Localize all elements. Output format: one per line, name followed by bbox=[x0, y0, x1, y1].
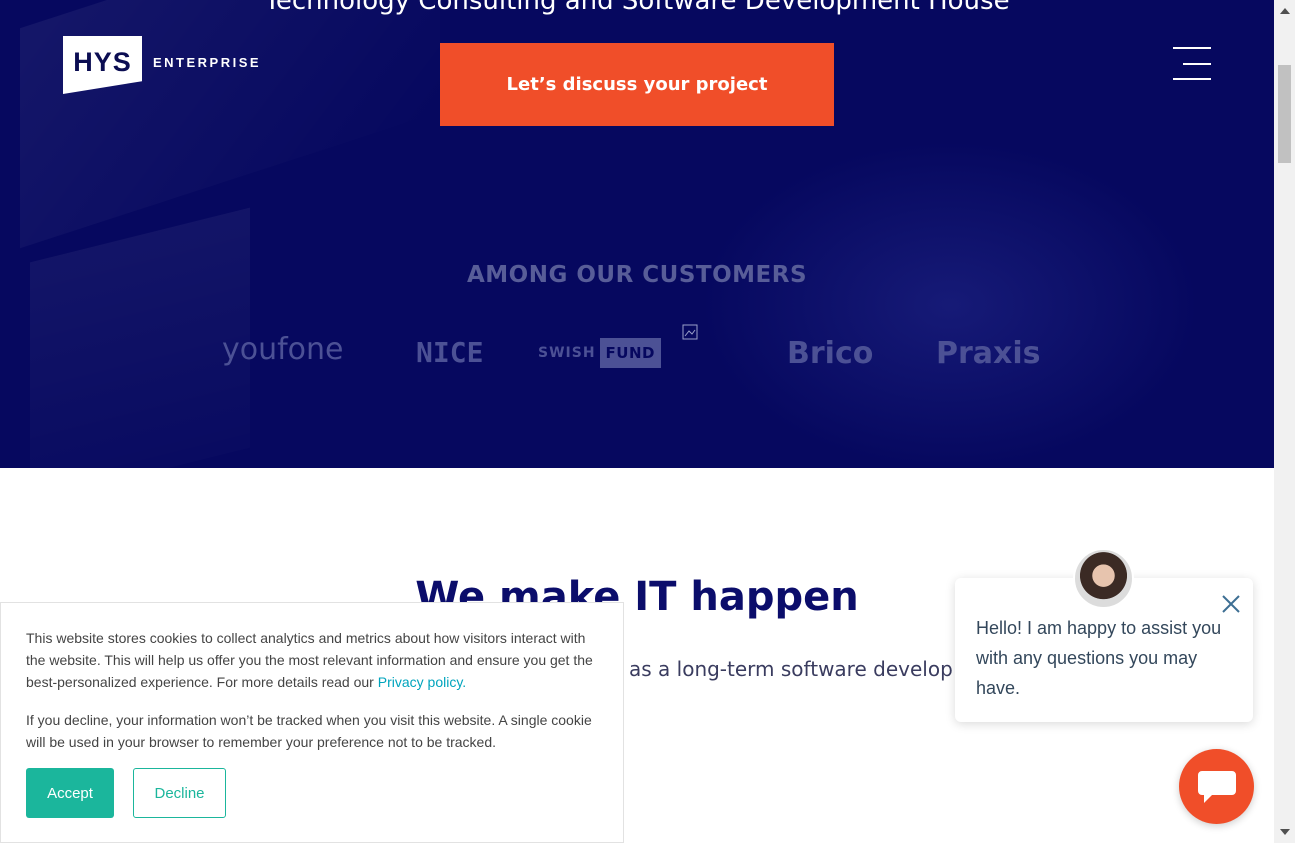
cookie-text-1-body: This website stores cookies to collect a… bbox=[26, 630, 593, 690]
customer-logo-youfone: youfone bbox=[222, 332, 344, 367]
hamburger-line bbox=[1183, 63, 1211, 65]
hamburger-menu-icon[interactable] bbox=[1173, 47, 1211, 81]
chat-message: Hello! I am happy to assist you with any… bbox=[976, 618, 1222, 698]
hamburger-line bbox=[1173, 47, 1211, 49]
customer-logo-nice: NICE bbox=[416, 336, 484, 369]
logo-mark-text: HYS bbox=[73, 46, 132, 77]
scroll-down-arrow[interactable] bbox=[1280, 829, 1290, 835]
fund-word: FUND bbox=[599, 338, 661, 368]
close-icon[interactable] bbox=[1218, 591, 1244, 617]
customer-logos: youfone NICE SWISH FUND Brico Praxis bbox=[0, 330, 1274, 390]
site-logo[interactable]: HYS ENTERPRISE bbox=[63, 36, 261, 94]
scroll-up-arrow[interactable] bbox=[1280, 8, 1290, 14]
cookie-banner: This website stores cookies to collect a… bbox=[0, 602, 624, 843]
hero-section: Technology Consulting and Software Devel… bbox=[0, 0, 1274, 468]
logo-text: ENTERPRISE bbox=[153, 54, 262, 70]
swish-word: SWISH bbox=[538, 345, 596, 361]
cookie-text-1: This website stores cookies to collect a… bbox=[26, 627, 606, 693]
customer-logo-swishfund: SWISH FUND bbox=[538, 338, 661, 368]
broken-image-icon bbox=[682, 324, 698, 340]
accept-button[interactable]: Accept bbox=[26, 768, 114, 818]
scroll-thumb[interactable] bbox=[1278, 65, 1291, 163]
customer-logo-brico: Brico bbox=[787, 336, 874, 371]
customer-logo-praxis: Praxis bbox=[936, 336, 1041, 371]
privacy-policy-link[interactable]: Privacy policy. bbox=[378, 674, 466, 690]
discuss-project-button[interactable]: Let’s discuss your project bbox=[440, 43, 834, 126]
hero-decoration bbox=[700, 140, 1200, 468]
chat-bubble-icon bbox=[1198, 771, 1236, 803]
customers-title: AMONG OUR CUSTOMERS bbox=[466, 262, 808, 288]
avatar bbox=[1073, 548, 1134, 609]
hero-title: Technology Consulting and Software Devel… bbox=[264, 0, 1010, 16]
section-subtitle: as a long-term software develop bbox=[629, 657, 953, 681]
chat-launcher-button[interactable] bbox=[1179, 749, 1254, 824]
logo-mark: HYS bbox=[63, 36, 142, 94]
hamburger-line bbox=[1173, 78, 1211, 80]
cookie-text-2: If you decline, your information won’t b… bbox=[26, 712, 592, 750]
decline-button[interactable]: Decline bbox=[133, 768, 226, 818]
page-scrollbar[interactable] bbox=[1274, 0, 1295, 843]
